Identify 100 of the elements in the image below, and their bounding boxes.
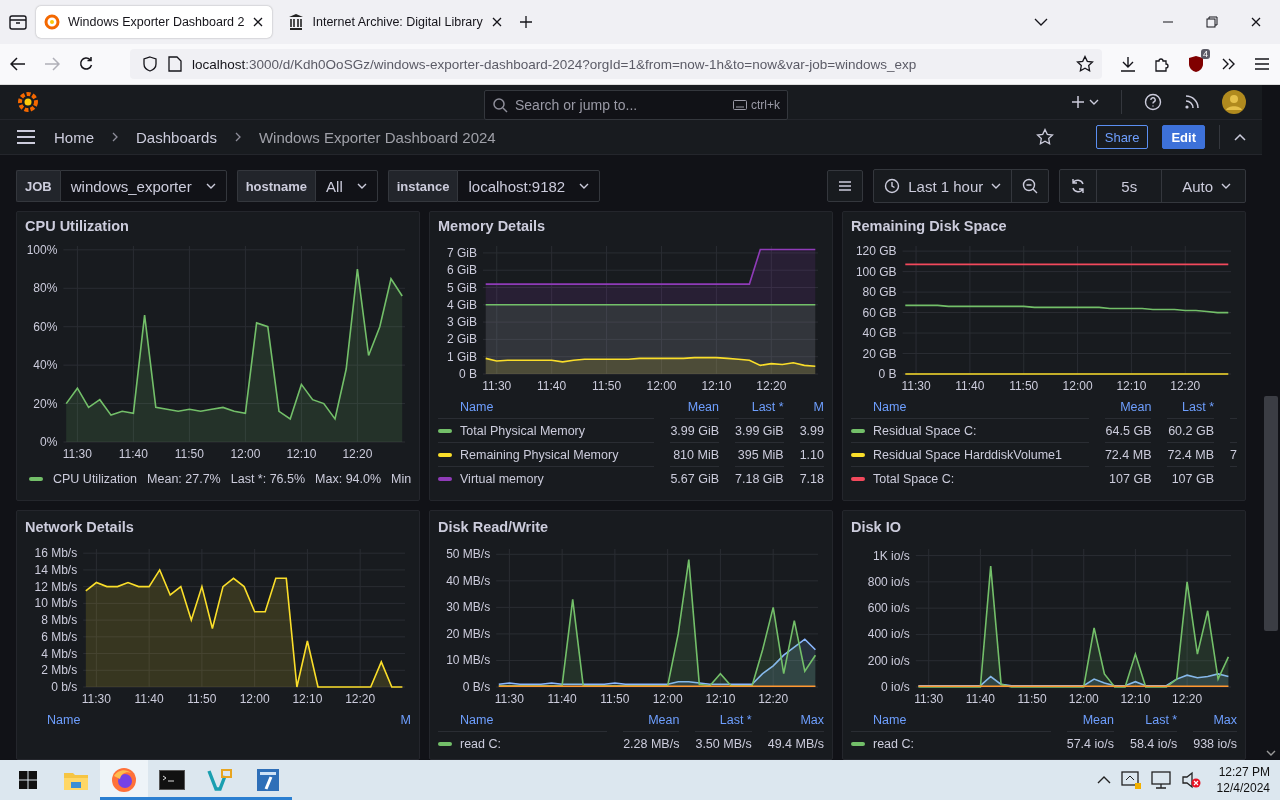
legend-header[interactable]: Name [851,396,1089,418]
shortcut-hint: ctrl+k [751,98,780,112]
scrollbar-thumb[interactable] [1264,396,1278,631]
legend-header[interactable]: Name [25,709,385,731]
legend-value: 7.18 [799,471,824,486]
plus-icon[interactable] [1071,95,1085,109]
back-icon[interactable] [10,57,26,71]
legend-header[interactable]: Name [851,709,1051,731]
axis-label: 12:10 [1116,379,1147,393]
menu-icon[interactable] [1254,57,1270,71]
browser-tab[interactable]: Internet Archive: Digital Library [280,6,511,38]
help-icon[interactable] [1144,93,1162,111]
legend-value: 3.99 GiB [735,423,784,438]
close-icon[interactable] [1250,16,1262,28]
axis-label: 14 Mb/s [34,562,78,577]
axis-label: 11:50 [600,692,630,706]
panel-title: Remaining Disk Space [851,217,1008,236]
outline-button[interactable] [827,170,864,202]
legend-stat: Max: 94.0% [315,472,382,486]
caret-icon [356,183,367,189]
network-icon[interactable] [1150,771,1171,789]
tab-list-icon[interactable] [8,13,28,31]
legend-header[interactable]: Last * [1167,396,1215,418]
logo-icon[interactable] [16,90,40,114]
avatar-icon[interactable] [1222,90,1246,114]
close-icon[interactable] [252,16,265,28]
rss-icon[interactable] [1184,94,1200,110]
new-tab-icon[interactable] [518,15,533,29]
browser-tab[interactable]: Windows Exporter Dashboard 2 [36,6,273,38]
share-button[interactable]: Share [1095,125,1149,149]
caret-icon [205,183,216,189]
legend-header[interactable]: M [400,709,411,731]
breadcrumb-link[interactable]: Home [54,128,94,146]
legend-value: 7.18 GiB [735,471,784,486]
app-icon [256,768,280,792]
axis-label: 30 MB/s [446,600,491,615]
legend-label[interactable]: read C: [460,736,501,751]
edit-button[interactable]: Edit [1162,125,1205,149]
clock-time[interactable]: 12:27 PM [1218,764,1270,780]
address-bar[interactable]: localhost:3000/d/Kdh0OoSGz/windows-exporter-dashboard-2024?orgId=1&from=now-1h&to=now&var-job=windows_exp [130,49,1102,79]
chevron-up-icon[interactable] [1096,776,1111,784]
legend-header[interactable]: Mean [1104,396,1152,418]
variable-select[interactable]: All [315,170,378,202]
chevron-down-icon[interactable] [1034,18,1048,26]
breadcrumb-link[interactable]: Dashboards [136,128,217,146]
legend-header[interactable]: Last * [735,396,784,418]
variable-select[interactable]: localhost:9182 [457,170,601,202]
chevron-right-icon [234,132,241,142]
logo-icon [44,14,60,30]
reload-icon[interactable] [78,56,94,72]
scroll-down-icon[interactable] [1266,750,1276,756]
legend-header[interactable]: Last * [695,709,752,731]
axis-label: 12:20 [345,692,376,706]
legend-label[interactable]: Total Physical Memory [460,423,586,438]
browser-icon [111,767,137,793]
star-icon[interactable] [1076,55,1094,73]
legend-value: 2.28 MB/s [623,736,680,751]
restore-icon[interactable] [1206,16,1218,28]
close-icon[interactable] [490,16,503,28]
legend-header[interactable]: Name [438,709,608,731]
shield-icon[interactable] [1188,55,1204,73]
axis-label: 40% [33,358,58,373]
refresh-mode-select[interactable]: Auto [1161,170,1245,202]
legend-label[interactable]: Remaining Physical Memory [460,447,619,462]
legend-label[interactable]: Virtual memory [460,471,544,486]
legend-header[interactable]: M [799,396,824,418]
legend-label[interactable]: Residual Space HarddiskVolume1 [873,447,1062,462]
axis-label: 120 GB [855,244,897,259]
axis-label: 12:10 [286,447,317,461]
legend-header[interactable]: Last * [1129,709,1178,731]
legend-header[interactable]: Name [438,396,655,418]
legend-header[interactable]: Mean [623,709,680,731]
panel-title: Disk Read/Write [438,518,550,537]
axis-label: 12:00 [1068,692,1099,706]
legend-label[interactable]: read C: [873,736,914,751]
puzzle-icon[interactable] [1154,56,1170,72]
legend-header[interactable]: Max [1193,709,1237,731]
axis-label: 2 Mb/s [41,663,78,678]
legend-label[interactable]: Total Space C: [873,471,955,486]
legend-header[interactable]: Max [767,709,824,731]
legend-label[interactable]: CPU Utilization [53,472,138,486]
refresh-interval[interactable]: 5s [1096,170,1162,202]
overflow-icon[interactable] [1222,58,1236,70]
chevron-right-icon [112,132,118,142]
legend-label[interactable]: Residual Space C: [873,423,977,438]
legend-header[interactable]: Mean [670,396,719,418]
axis-label: 11:30 [914,692,944,706]
variable-select[interactable]: windows_exporter [59,170,227,202]
clock-icon [884,178,901,194]
axis-label: 11:30 [62,447,92,461]
download-icon[interactable] [1120,56,1136,72]
app-icon [207,768,233,792]
speaker-muted-icon[interactable] [1180,771,1201,789]
breadcrumb-link[interactable]: Windows Exporter Dashboard 2024 [258,128,496,146]
axis-label: 80 GB [862,285,897,300]
windows-icon [19,771,37,789]
legend-header[interactable]: Mean [1066,709,1114,731]
legend-value: 5.67 GiB [670,471,719,486]
clock-date[interactable]: 12/4/2024 [1216,780,1270,796]
axis-label: 0 b/s [51,680,78,694]
